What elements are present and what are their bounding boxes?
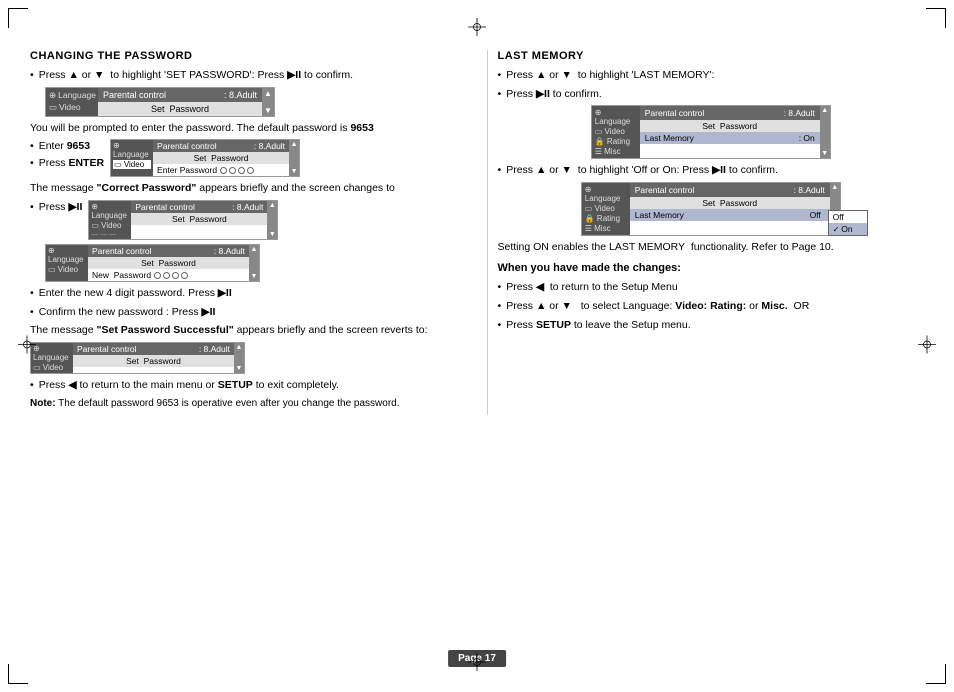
left-menu-2: ⊕ Language ▭ Video Parental control: 8.A…: [110, 139, 300, 177]
right-column: LAST MEMORY Press ▲ or ▼ to highlight 'L…: [487, 50, 925, 415]
corner-mark-br: [926, 664, 946, 684]
right-bullet-3: Press ▲ or ▼ to highlight 'Off or On: Pr…: [498, 163, 925, 178]
page-container: CHANGING THE PASSWORD Press ▲ or ▼ to hi…: [0, 0, 954, 692]
left-menu-4: ⊕ Language ▭ Video Parental control: 8.A…: [45, 244, 457, 282]
bullet-back: Press ◀ to return to the main menu or SE…: [30, 378, 457, 393]
corner-mark-bl: [8, 664, 28, 684]
corner-mark-tl: [8, 8, 28, 28]
right-title: LAST MEMORY: [498, 50, 925, 62]
menu1-video-icon: ▭Video: [49, 102, 95, 113]
press-play-section: Press ▶II ⊕ Language ▭ Video — — — Paren…: [30, 200, 457, 240]
crosshair-bottom: [468, 653, 486, 674]
left-menu-5: ⊕ Language ▭ Video Parental control: 8.A…: [30, 342, 457, 374]
note: Note: The default password 9653 is opera…: [30, 397, 457, 411]
crosshair-left: [18, 336, 36, 357]
left-menu-3: ⊕ Language ▭ Video — — — Parental contro…: [88, 200, 278, 240]
right-bullet-setup: Press SETUP to leave the Setup menu.: [498, 318, 925, 333]
crosshair-right: [918, 336, 936, 357]
enter-section: Enter 9653 Press ENTER ⊕ Language ▭ Vide…: [30, 139, 457, 177]
corner-mark-tr: [926, 8, 946, 28]
right-bullet-1: Press ▲ or ▼ to highlight 'LAST MEMORY':: [498, 68, 925, 83]
when-changes: When you have made the changes:: [498, 261, 925, 276]
left-title: CHANGING THE PASSWORD: [30, 50, 457, 62]
crosshair-top: [468, 18, 486, 39]
bullet-new1: Enter the new 4 digit password. Press ▶I…: [30, 286, 457, 301]
left-column: CHANGING THE PASSWORD Press ▲ or ▼ to hi…: [30, 50, 467, 415]
para1: You will be prompted to enter the passwo…: [30, 121, 457, 136]
left-menu-1: ⊕Language ▭Video Parental control : 8.Ad…: [45, 87, 457, 117]
bullet-new2: Confirm the new password : Press ▶II: [30, 305, 457, 320]
right-bullet-select: Press ▲ or ▼ to select Language: Video: …: [498, 299, 925, 314]
para2: The message "Correct Password" appears b…: [30, 181, 457, 196]
right-para1: Setting ON enables the LAST MEMORY funct…: [498, 240, 925, 255]
right-bullet-2: Press ▶II to confirm.: [498, 87, 925, 102]
para3: The message "Set Password Successful" ap…: [30, 323, 457, 338]
right-menu-1: ⊕ Language ▭ Video 🔒 Rating ☰ Misc Paren…: [498, 105, 925, 159]
right-bullet-back: Press ◀ to return to the Setup Menu: [498, 280, 925, 295]
menu1-lang-icon: ⊕Language: [49, 90, 95, 101]
right-menu-2: ⊕ Language ▭ Video 🔒 Rating ☰ Misc Paren…: [498, 182, 925, 236]
left-bullet-1: Press ▲ or ▼ to highlight 'SET PASSWORD'…: [30, 68, 457, 83]
